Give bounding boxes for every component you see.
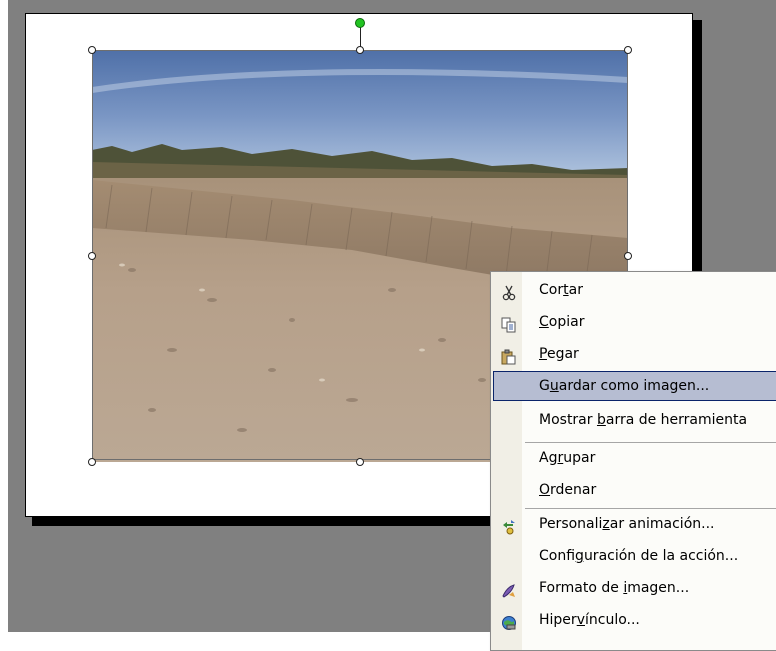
animation-icon (501, 516, 517, 535)
menu-item-label: Mostrar barra de herramienta (539, 412, 748, 428)
menu-item-personalizar-animacion[interactable]: Personalizar animación... (493, 509, 776, 539)
resize-handle-bottom-left[interactable] (88, 458, 96, 466)
menu-item-label: Agrupar (539, 450, 596, 466)
resize-handle-top-left[interactable] (88, 46, 96, 54)
menu-item-label: Copiar (539, 314, 585, 330)
rotate-stem (360, 26, 361, 48)
resize-handle-left[interactable] (88, 252, 96, 260)
menu-item-label: Ordenar (539, 482, 597, 498)
menu-item-label: Guardar como imagen... (539, 378, 710, 394)
rotate-handle[interactable] (355, 18, 365, 28)
menu-item-label: Configuración de la acción... (539, 548, 739, 564)
menu-item-cortar[interactable]: Cortar (493, 275, 776, 305)
menu-item-configuracion-accion[interactable]: Configuración de la acción... (493, 541, 776, 571)
resize-handle-right[interactable] (624, 252, 632, 260)
menu-item-label: Formato de imagen... (539, 580, 690, 596)
scissors-icon (501, 282, 517, 301)
resize-handle-top[interactable] (356, 46, 364, 54)
menu-item-hipervinculo[interactable]: Hipervínculo... (493, 605, 776, 635)
format-picture-icon (501, 580, 517, 598)
menu-item-pegar[interactable]: Pegar (493, 339, 776, 369)
menu-item-label: Cortar (539, 282, 583, 298)
menu-item-copiar[interactable]: Copiar (493, 307, 776, 337)
resize-handle-top-right[interactable] (624, 46, 632, 54)
menu-item-label: Hipervínculo... (539, 612, 640, 628)
menu-item-label: Pegar (539, 346, 579, 362)
menu-item-label: Personalizar animación... (539, 516, 715, 532)
copy-icon (501, 314, 517, 333)
menu-item-agrupar[interactable]: Agrupar (493, 443, 776, 473)
menu-item-formato-imagen[interactable]: Formato de imagen... (493, 573, 776, 603)
resize-handle-bottom[interactable] (356, 458, 364, 466)
menu-item-mostrar-barra[interactable]: Mostrar barra de herramienta (493, 405, 776, 435)
menu-item-guardar-como-imagen[interactable]: Guardar como imagen... (493, 371, 776, 401)
paste-icon (501, 346, 517, 365)
context-menu: Cortar Copiar Pegar Guardar como imagen.… (490, 271, 776, 651)
hyperlink-icon (501, 612, 517, 630)
menu-item-ordenar[interactable]: Ordenar (493, 475, 776, 505)
